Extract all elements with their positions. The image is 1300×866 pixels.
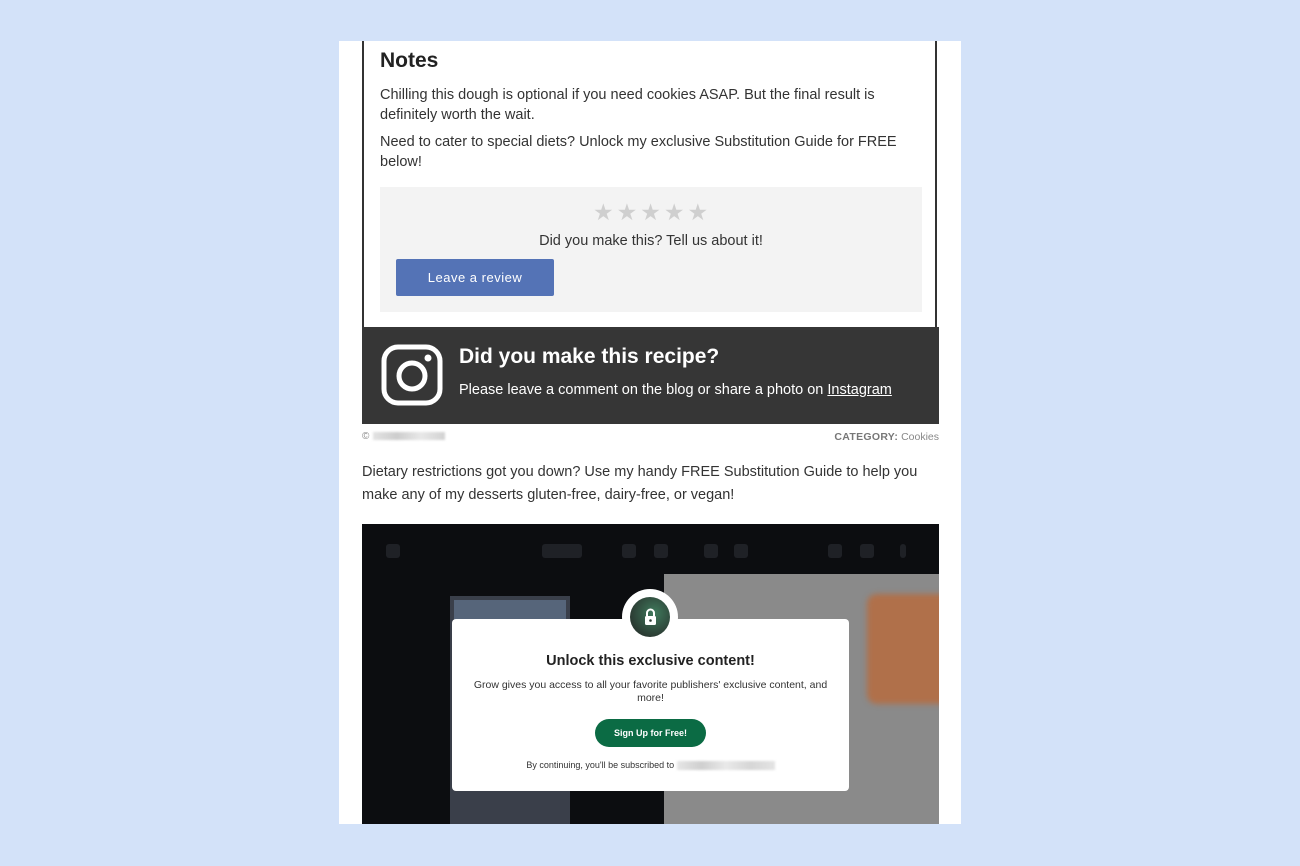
viewer-toolbar <box>362 524 939 580</box>
instagram-icon <box>381 344 443 406</box>
substitution-intro: Dietary restrictions got you down? Use m… <box>362 464 918 503</box>
star-icon[interactable]: ★ <box>664 199 686 225</box>
category-label: CATEGORY: <box>834 431 899 443</box>
blog-post-page: Notes Chilling this dough is optional if… <box>339 41 961 824</box>
sign-up-button[interactable]: Sign Up for Free! <box>595 719 706 747</box>
menu-icon <box>386 544 400 558</box>
download-icon <box>828 544 842 558</box>
category-link[interactable]: Cookies <box>901 431 939 443</box>
subscribe-footnote-text: By continuing, you'll be subscribed to <box>526 760 677 770</box>
rotate-icon <box>734 544 748 558</box>
redacted-author <box>373 432 446 441</box>
recipe-category: CATEGORY: Cookies <box>834 431 939 443</box>
star-icon[interactable]: ★ <box>640 199 662 225</box>
more-icon <box>900 544 906 558</box>
lock-icon <box>645 608 656 625</box>
subscribe-footnote: By continuing, you'll be subscribed to <box>452 760 849 771</box>
instagram-title: Did you make this recipe? <box>459 345 720 368</box>
zoom-in-icon <box>654 544 668 558</box>
redacted-publisher <box>676 761 775 771</box>
lock-circle <box>630 597 670 637</box>
copyright: © <box>362 431 446 442</box>
copyright-symbol: © <box>362 431 370 442</box>
food-photo <box>867 594 939 704</box>
star-icon[interactable]: ★ <box>687 199 709 225</box>
instagram-link[interactable]: Instagram <box>827 382 891 398</box>
note-paragraph: Need to cater to special diets? Unlock m… <box>380 134 897 170</box>
lock-badge <box>622 589 678 645</box>
unlock-description: Grow gives you access to all your favori… <box>473 679 828 704</box>
star-rating[interactable]: ★★★★★ <box>380 199 922 225</box>
zoom-out-icon <box>622 544 636 558</box>
instagram-cta: Did you make this recipe? Please leave a… <box>362 327 939 424</box>
locked-guide-preview: Unlock this exclusive content! Grow give… <box>362 524 939 824</box>
note-paragraph: Chilling this dough is optional if you n… <box>380 87 875 123</box>
unlock-title: Unlock this exclusive content! <box>546 653 755 669</box>
review-box: ★★★★★ Did you make this? Tell us about i… <box>380 187 922 312</box>
star-icon[interactable]: ★ <box>593 199 615 225</box>
instagram-text-body: Please leave a comment on the blog or sh… <box>459 382 828 398</box>
print-icon <box>860 544 874 558</box>
leave-review-button[interactable]: Leave a review <box>396 259 554 296</box>
review-prompt: Did you make this? Tell us about it! <box>539 233 763 249</box>
notes-title: Notes <box>380 49 439 72</box>
star-icon[interactable]: ★ <box>617 199 639 225</box>
recipe-card: Notes Chilling this dough is optional if… <box>362 41 937 327</box>
fit-icon <box>704 544 718 558</box>
page-indicator <box>542 544 582 558</box>
instagram-text: Please leave a comment on the blog or sh… <box>459 382 892 398</box>
